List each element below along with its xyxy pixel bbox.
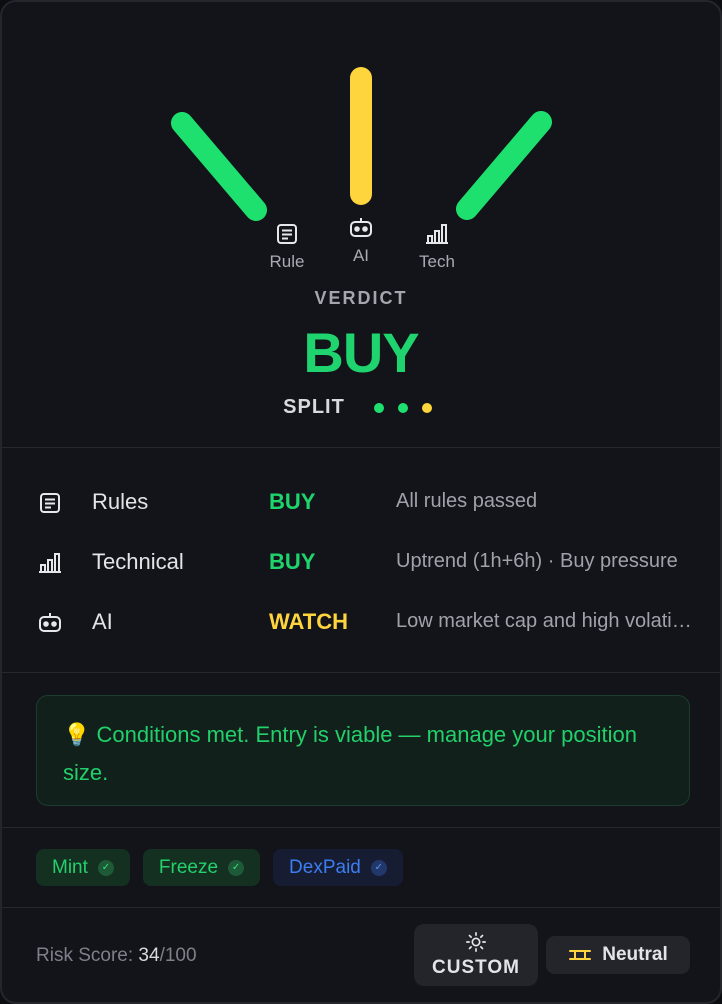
advice-text: Conditions met. Entry is viable — manage… [63,722,638,785]
signal-detail: Low market cap and high volatility [396,610,692,632]
split-label: SPLIT [283,396,345,418]
gauge-label-tech-text: Tech [419,252,455,271]
gauge-label-ai-text: AI [352,246,370,265]
lightbulb-icon: 💡 [63,722,91,747]
bar-chart-icon [37,550,63,576]
divider [2,672,720,673]
document-icon [37,490,63,516]
gauge-label-rule-text: Rule [269,252,305,271]
divider [2,907,720,908]
verdict-hero: Rule AI Tech VERDICT BUY SPLIT [2,2,720,448]
divider [2,827,720,828]
signal-name: Technical [92,549,184,574]
signal-row-rules[interactable]: Rules BUY All rules passed [2,472,720,532]
custom-button-label: CUSTOM [432,957,520,978]
tag-label: Freeze [158,856,219,878]
signal-row-technical[interactable]: Technical BUY Uptrend (1h+6h) · Buy pres… [2,532,720,592]
sun-icon [466,932,486,952]
verdict-caption: VERDICT [314,288,408,308]
tag-dexpaid[interactable]: DexPaid ✓ [273,849,403,886]
risk-score-max: /100 [159,945,197,966]
divider [2,447,720,448]
split-indicator: SPLIT [2,396,720,419]
signal-detail: All rules passed [396,490,538,512]
verdict-gauge [171,67,552,221]
signal-verdict: BUY [269,549,316,574]
signal-row-ai[interactable]: AI WATCH Low market cap and high volatil… [2,592,720,652]
check-icon: ✓ [228,859,245,876]
tag-freeze[interactable]: Freeze ✓ [142,849,261,886]
robot-icon [350,218,372,237]
safety-tags: Mint ✓ Freeze ✓ DexPaid ✓ [36,849,416,886]
signal-name: Rules [92,489,149,514]
gauge-label-ai: AI [341,216,381,266]
gauge-bar-rule [171,112,267,221]
split-dot-tech [397,402,408,413]
advice-callout: 💡 Conditions met. Entry is viable — mana… [36,695,690,806]
signal-detail: Uptrend (1h+6h) · Buy pressure [396,550,678,572]
tag-label: Mint [52,856,88,878]
neutral-button-label: Neutral [602,944,668,965]
risk-score-value: 34 [138,945,160,966]
gauge-bar-tech [456,111,552,220]
gauge-label-rule: Rule [265,222,309,272]
bar-chart-icon [426,224,448,244]
verdict-value: BUY [303,321,419,384]
neutral-button[interactable]: Neutral [546,936,690,974]
split-dot-rule [373,402,384,413]
signal-breakdown: Rules BUY All rules passed Technical BUY… [2,472,720,652]
gauge-label-tech: Tech [412,222,462,272]
signal-name: AI [92,609,113,634]
signal-verdict: BUY [269,489,316,514]
split-dot-ai [421,402,432,413]
signal-verdict: WATCH [269,609,349,634]
tag-mint[interactable]: Mint ✓ [36,849,130,886]
risk-score-label: Risk Score: [36,945,139,966]
neutral-icon [569,950,592,960]
robot-icon [37,610,63,636]
verdict-card: Rule AI Tech VERDICT BUY SPLIT Rules BUY… [0,0,722,1004]
risk-score: Risk Score: 34/100 [36,945,197,967]
document-icon [277,224,297,244]
tag-label: DexPaid [289,856,361,878]
custom-button[interactable]: CUSTOM [414,924,538,986]
check-icon: ✓ [370,859,387,876]
check-icon: ✓ [97,859,114,876]
